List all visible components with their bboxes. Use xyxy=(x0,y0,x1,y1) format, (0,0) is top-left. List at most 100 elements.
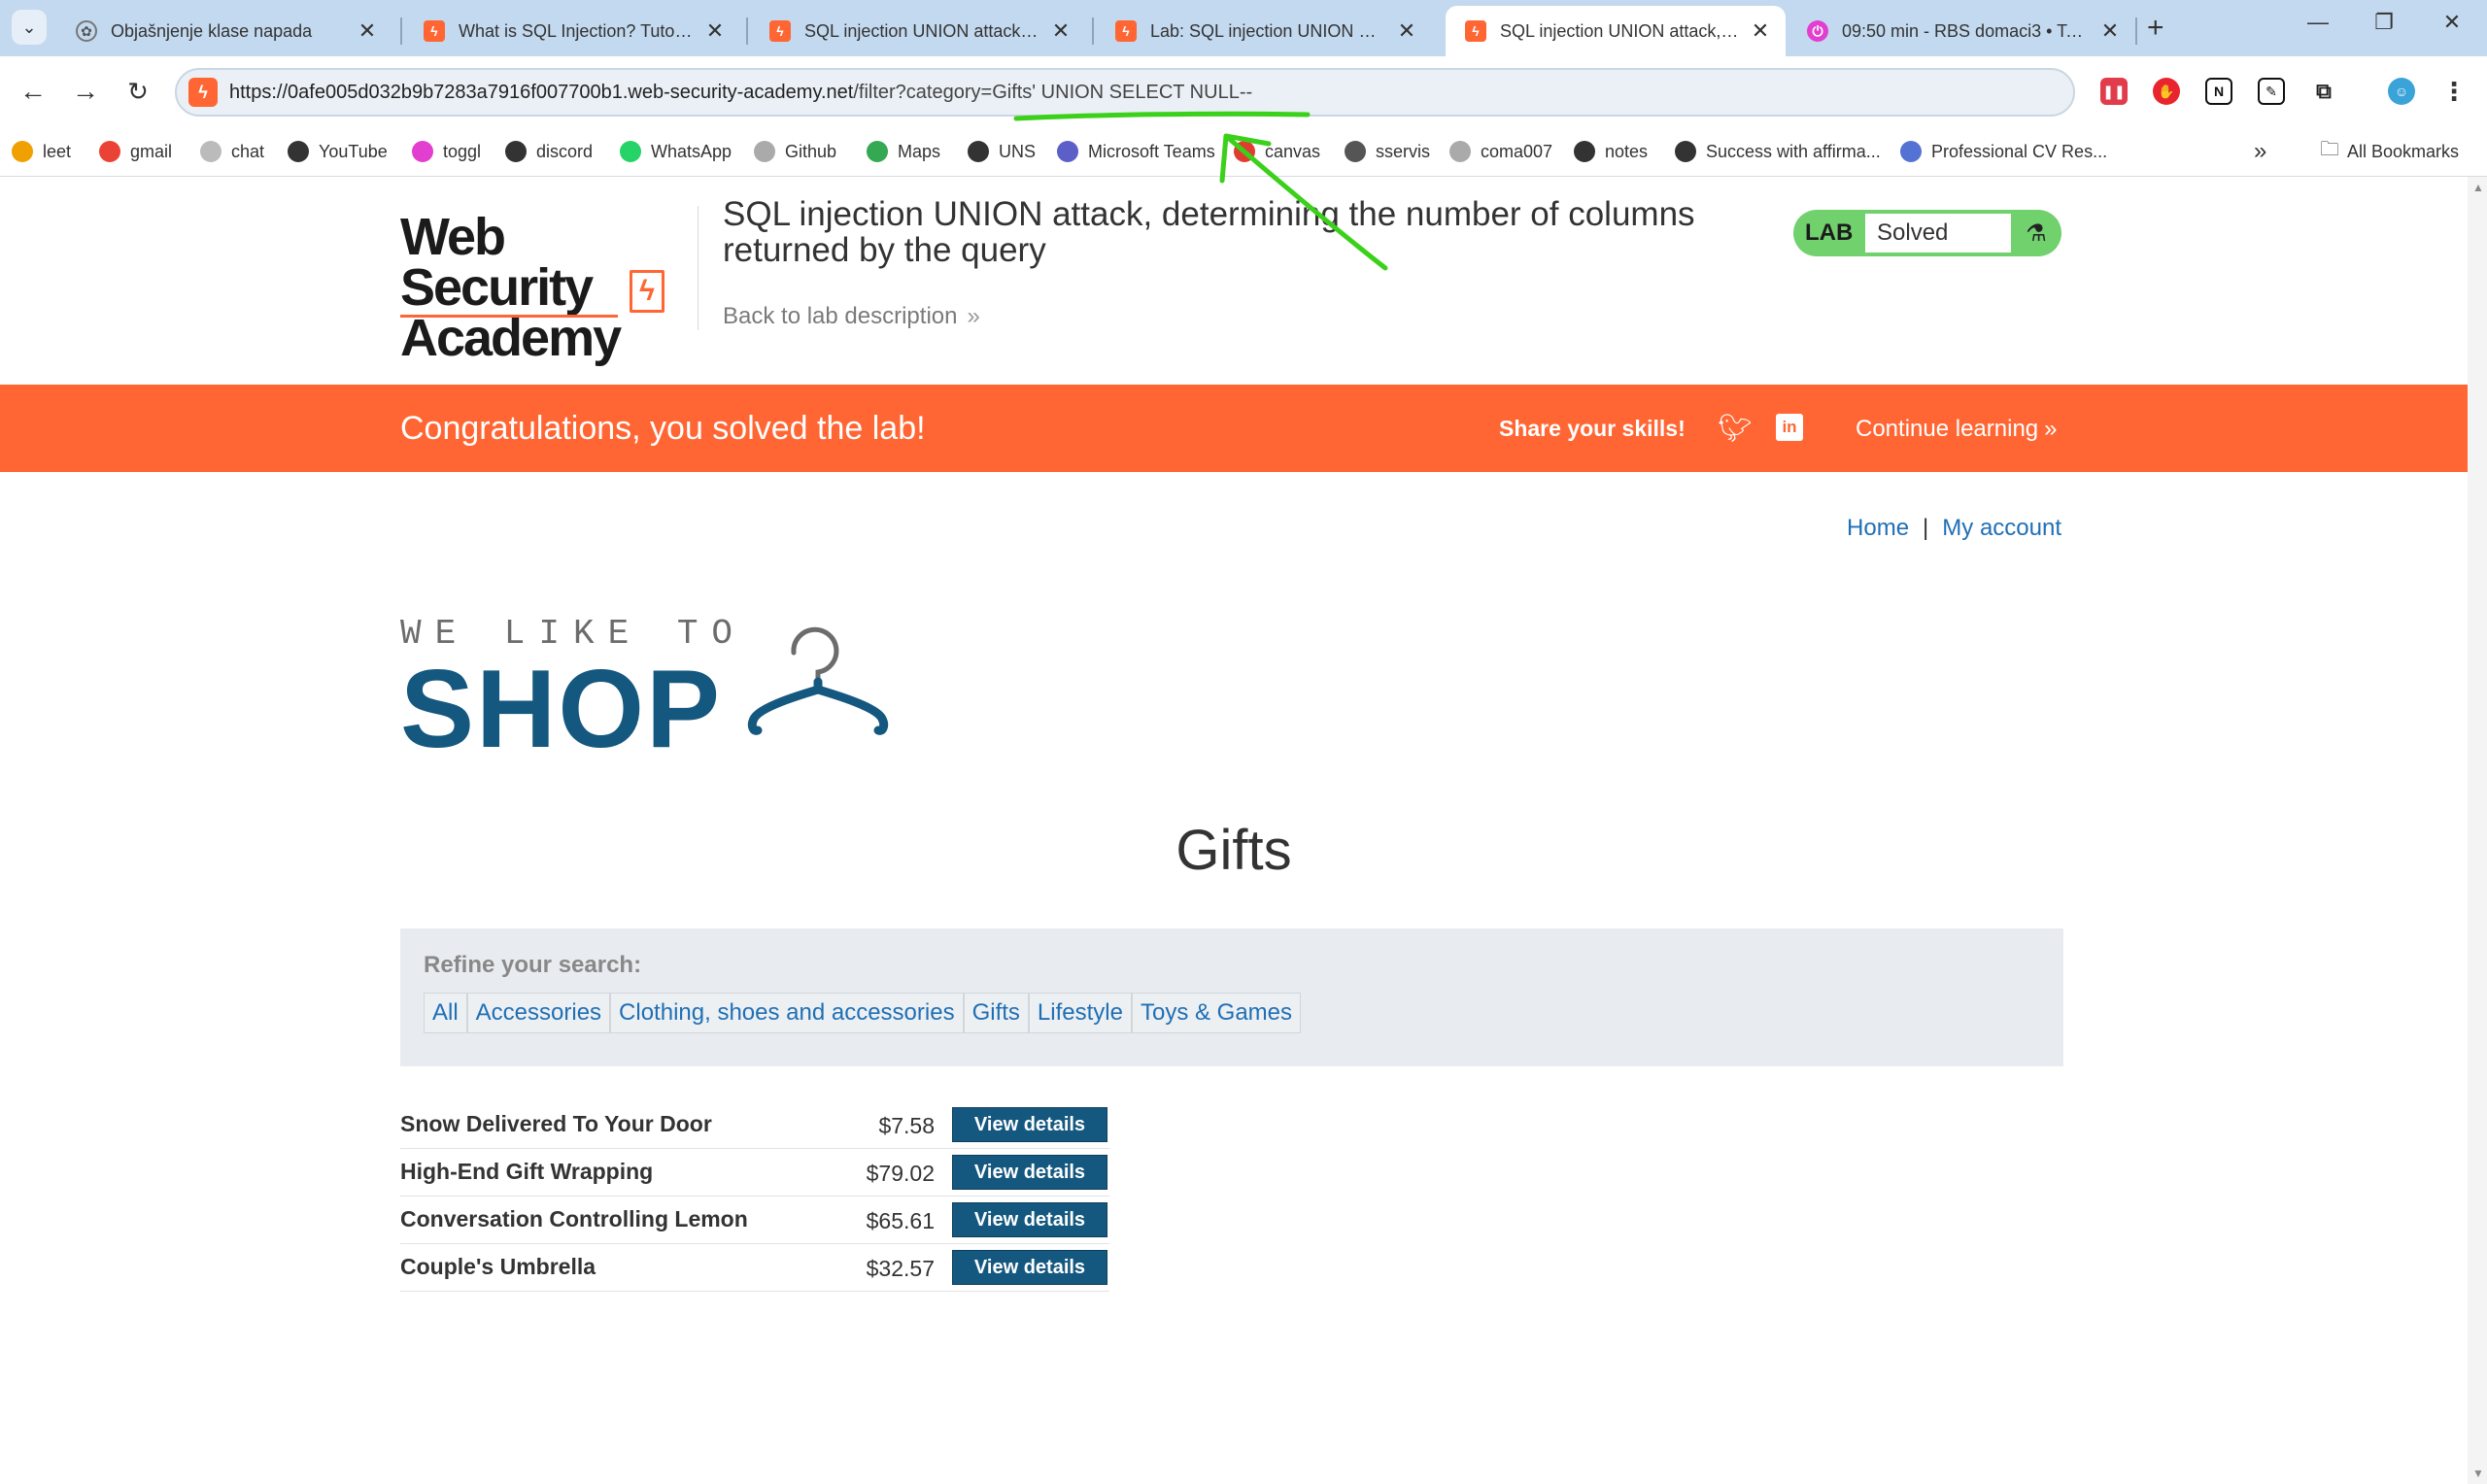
extension-adblock-icon[interactable]: ✋ xyxy=(2153,78,2180,105)
all-bookmarks[interactable]: 🗀 All Bookmarks xyxy=(2320,138,2459,165)
bookmark-7[interactable]: WhatsApp xyxy=(620,138,732,165)
category-filter-link[interactable]: Lifestyle xyxy=(1028,993,1132,1033)
tab-title: SQL injection UNION attack, de xyxy=(1500,20,1739,41)
product-row: Snow Delivered To Your Door $7.58 View det… xyxy=(400,1101,1109,1149)
extension-edit-icon[interactable]: ✎ xyxy=(2258,78,2285,105)
extension-pause-icon[interactable]: ❚❚ xyxy=(2100,78,2128,105)
bookmark-favicon-icon xyxy=(754,141,775,162)
tab-6[interactable]: ⏻ 09:50 min - RBS domaci3 • Togg ✕ xyxy=(1788,6,2135,56)
bookmark-14[interactable]: coma007 xyxy=(1449,138,1552,165)
lab-status-badge: LAB Solved ⚗ xyxy=(1793,210,2061,256)
restore-icon[interactable]: ❐ xyxy=(2355,10,2413,35)
more-bookmarks-chevron-icon[interactable]: » xyxy=(2254,138,2266,165)
tab-separator xyxy=(746,17,748,45)
address-bar[interactable]: ϟ https://0afe005d032b9b7283a7916f007700… xyxy=(175,68,2075,117)
bookmark-16[interactable]: Success with affirma... xyxy=(1675,138,1881,165)
bookmark-favicon-icon xyxy=(1234,141,1255,162)
bookmark-favicon-icon xyxy=(1675,141,1696,162)
bookmark-6[interactable]: discord xyxy=(505,138,593,165)
bookmark-4[interactable]: YouTube xyxy=(288,138,388,165)
bookmark-2[interactable]: gmail xyxy=(99,138,172,165)
extensions-puzzle-icon[interactable]: ⧉ xyxy=(2310,78,2337,105)
lab-title: SQL injection UNION attack, determining … xyxy=(723,195,1695,269)
tab-search-button[interactable]: ⌄ xyxy=(12,10,47,45)
product-row: High-End Gift Wrapping $79.02 View details xyxy=(400,1149,1109,1197)
tab-4[interactable]: ϟ Lab: SQL injection UNION attac ✕ xyxy=(1096,6,1432,56)
back-to-lab-link[interactable]: Back to lab description » xyxy=(723,303,980,330)
reload-icon[interactable]: ↻ xyxy=(117,70,159,113)
bookmark-1[interactable]: leet xyxy=(12,138,71,165)
close-icon[interactable]: ✕ xyxy=(1395,18,1418,44)
category-filter-link[interactable]: All xyxy=(424,993,467,1033)
category-title: Gifts xyxy=(1175,819,1292,882)
portswigger-icon: ϟ xyxy=(1115,20,1137,42)
folder-icon: 🗀 xyxy=(2320,139,2339,160)
shop-logo[interactable]: WE LIKE TO SHOP xyxy=(400,614,944,765)
bookmark-label: WhatsApp xyxy=(651,141,732,161)
my-account-link[interactable]: My account xyxy=(1942,515,2061,541)
tab-title: Lab: SQL injection UNION attac xyxy=(1150,20,1385,41)
url-text[interactable]: https://0afe005d032b9b7283a7916f007700b1… xyxy=(229,82,1252,104)
tab-2[interactable]: ϟ What is SQL Injection? Tutorial ✕ xyxy=(404,6,740,56)
view-details-button[interactable]: View details xyxy=(952,1107,1107,1142)
bookmark-label: discord xyxy=(536,141,594,161)
bookmark-favicon-icon xyxy=(12,141,33,162)
bookmark-9[interactable]: Maps xyxy=(867,138,940,165)
tab-5-active[interactable]: ϟ SQL injection UNION attack, de ✕ xyxy=(1446,6,1786,56)
category-filter-link[interactable]: Gifts xyxy=(963,993,1029,1033)
menu-kebab-icon[interactable]: ⋮ xyxy=(2440,77,2468,106)
category-filter-link[interactable]: Toys & Games xyxy=(1131,993,1302,1033)
bookmark-favicon-icon xyxy=(1057,141,1078,162)
bookmark-3[interactable]: chat xyxy=(200,138,264,165)
bookmark-label: Microsoft Teams xyxy=(1088,141,1215,161)
close-icon[interactable]: ✕ xyxy=(1749,18,1772,44)
category-filter-link[interactable]: Accessories xyxy=(466,993,611,1033)
new-tab-button[interactable]: + xyxy=(2147,12,2164,45)
page-content: Web Security Academy ϟ SQL injection UNI… xyxy=(0,177,2468,1484)
bookmark-favicon-icon xyxy=(200,141,221,162)
back-link-label: Back to lab description xyxy=(723,303,958,329)
close-icon[interactable]: ✕ xyxy=(2098,18,2122,44)
web-security-academy-logo[interactable]: Web Security Academy ϟ xyxy=(400,211,692,364)
forward-arrow-icon[interactable]: → xyxy=(64,70,107,113)
page-scrollbar[interactable]: ▲ ▼ xyxy=(2468,177,2487,1484)
bookmark-favicon-icon xyxy=(968,141,989,162)
view-details-button[interactable]: View details xyxy=(952,1155,1107,1190)
bookmark-17[interactable]: Professional CV Res... xyxy=(1900,138,2107,165)
scroll-up-icon[interactable]: ▲ xyxy=(2472,181,2484,194)
profile-avatar[interactable]: ☺ xyxy=(2388,78,2415,105)
view-details-button[interactable]: View details xyxy=(952,1250,1107,1285)
bookmark-favicon-icon xyxy=(1900,141,1922,162)
bookmark-favicon-icon xyxy=(1574,141,1595,162)
close-icon[interactable]: ✕ xyxy=(356,18,379,44)
bookmark-label: leet xyxy=(43,141,72,161)
category-filter-link[interactable]: Clothing, shoes and accessories xyxy=(610,993,964,1033)
bookmark-12[interactable]: canvas xyxy=(1234,138,1320,165)
refine-search-box: Refine your search: All Accessories Clothi… xyxy=(400,928,2063,1066)
home-link[interactable]: Home xyxy=(1847,515,1909,541)
site-favicon-icon[interactable]: ϟ xyxy=(188,78,218,107)
bookmark-15[interactable]: notes xyxy=(1574,138,1648,165)
extension-notion-icon[interactable]: N xyxy=(2205,78,2232,105)
bookmark-label: sservis xyxy=(1376,141,1431,161)
close-icon[interactable]: ✕ xyxy=(1049,18,1073,44)
bookmark-13[interactable]: sservis xyxy=(1345,138,1430,165)
twitter-icon[interactable]: 🐦︎ xyxy=(1718,412,1753,443)
tab-1[interactable]: ✿ Objašnjenje klase napada ✕ xyxy=(56,6,392,56)
bookmark-11[interactable]: Microsoft Teams xyxy=(1057,138,1215,165)
window-close-icon[interactable]: ✕ xyxy=(2423,10,2481,35)
bookmark-5[interactable]: toggl xyxy=(412,138,481,165)
close-icon[interactable]: ✕ xyxy=(703,18,727,44)
bookmark-favicon-icon xyxy=(867,141,888,162)
scroll-down-icon[interactable]: ▼ xyxy=(2472,1467,2484,1480)
linkedin-icon[interactable]: in xyxy=(1776,414,1803,441)
bookmark-8[interactable]: Github xyxy=(754,138,836,165)
tab-3[interactable]: ϟ SQL injection UNION attacks | W ✕ xyxy=(750,6,1086,56)
shop-logo-word: SHOP xyxy=(400,648,723,771)
bookmark-10[interactable]: UNS xyxy=(968,138,1036,165)
back-arrow-icon[interactable]: ← xyxy=(12,70,54,113)
view-details-button[interactable]: View details xyxy=(952,1202,1107,1237)
minimize-icon[interactable]: — xyxy=(2289,10,2347,35)
continue-learning-link[interactable]: Continue learning» xyxy=(1856,416,2058,443)
chatgpt-icon: ✿ xyxy=(76,20,97,42)
